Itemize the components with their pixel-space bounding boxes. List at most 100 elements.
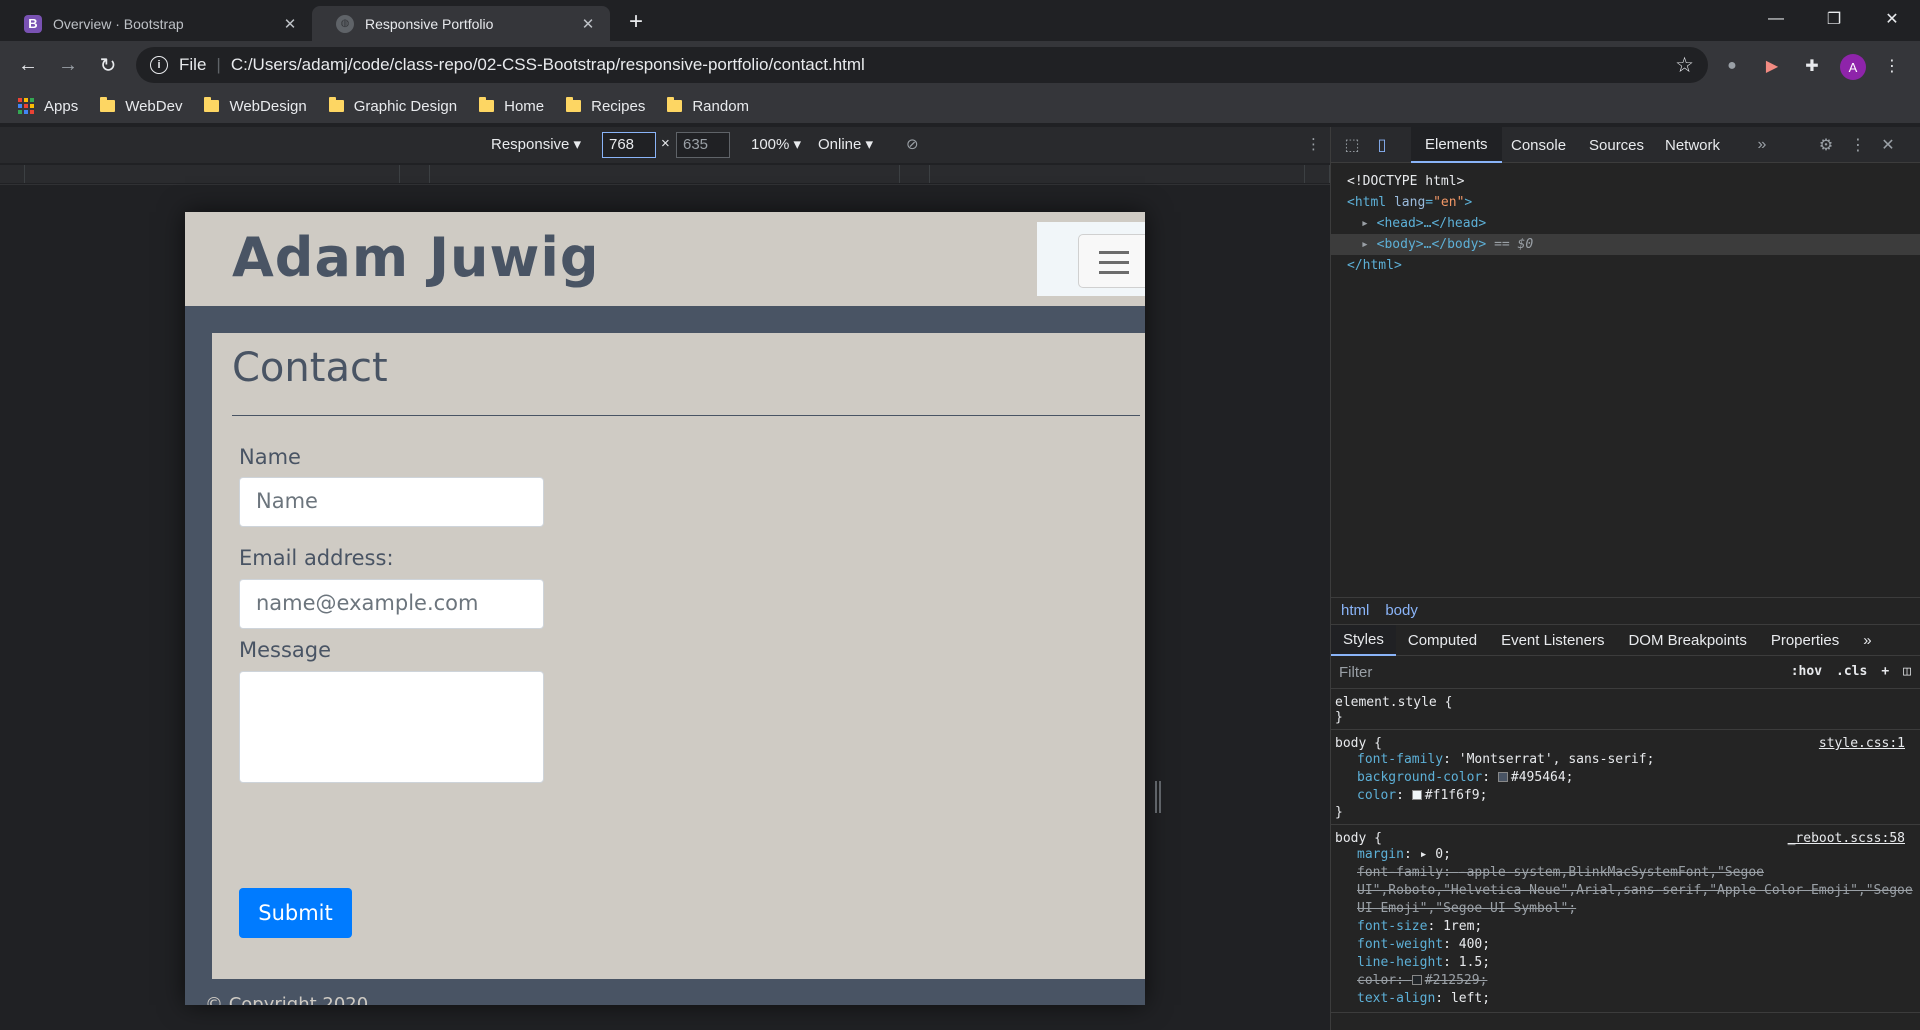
more-tabs-icon[interactable]: » bbox=[1751, 134, 1773, 156]
rule-element-style[interactable]: element.style { } bbox=[1331, 689, 1920, 730]
extension-icon[interactable]: ● bbox=[1720, 54, 1744, 78]
address-bar[interactable]: i File | C:/Users/adamj/code/class-repo/… bbox=[136, 47, 1708, 83]
rule-body-style-css[interactable]: body { style.css:1 font-family: 'Montser… bbox=[1331, 730, 1920, 825]
devtools-tabs: ⬚ ▯ Elements Console Sources Network » ⚙… bbox=[1331, 127, 1920, 163]
browser-toolbar: ← → ↻ i File | C:/Users/adamj/code/class… bbox=[0, 41, 1920, 89]
bookmarks-bar: Apps WebDev WebDesign Graphic Design Hom… bbox=[0, 89, 1920, 123]
inspect-element-icon[interactable]: ⬚ bbox=[1341, 134, 1363, 156]
tab-strip: B Overview · Bootstrap ✕ ◍ Responsive Po… bbox=[0, 0, 1920, 41]
bookmark-home[interactable]: Home bbox=[479, 97, 545, 115]
bookmark-webdesign[interactable]: WebDesign bbox=[204, 97, 307, 115]
url-scheme: File bbox=[179, 55, 207, 74]
forward-button[interactable]: → bbox=[54, 51, 82, 79]
bookmark-label: Random bbox=[692, 97, 750, 115]
url-text[interactable]: C:/Users/adamj/code/class-repo/02-CSS-Bo… bbox=[231, 55, 865, 75]
device-toggle-icon[interactable]: ▯ bbox=[1371, 134, 1393, 156]
bookmark-label: Recipes bbox=[591, 97, 646, 115]
add-rule-icon[interactable]: + bbox=[1881, 664, 1889, 679]
breadcrumb-body[interactable]: body bbox=[1385, 602, 1418, 619]
filter-input[interactable]: Filter bbox=[1339, 664, 1372, 681]
devtools-panel: ⬚ ▯ Elements Console Sources Network » ⚙… bbox=[1330, 127, 1920, 1030]
bookmark-webdev[interactable]: WebDev bbox=[100, 97, 183, 115]
color-swatch[interactable] bbox=[1497, 772, 1508, 782]
more-subtabs-icon[interactable]: » bbox=[1851, 625, 1883, 656]
puzzle-extensions-icon[interactable]: ✚ bbox=[1800, 54, 1824, 78]
tab-elements[interactable]: Elements bbox=[1411, 127, 1502, 163]
bookmark-label: WebDev bbox=[125, 97, 183, 115]
tab-dom-breakpoints[interactable]: DOM Breakpoints bbox=[1616, 625, 1758, 656]
tab-properties[interactable]: Properties bbox=[1759, 625, 1851, 656]
url-separator: | bbox=[216, 55, 221, 74]
message-label: Message bbox=[239, 638, 332, 662]
rule-body-reboot[interactable]: body { _reboot.scss:58 margin: ▸ 0; font… bbox=[1331, 825, 1920, 1013]
bookmark-label: Home bbox=[504, 97, 545, 115]
dom-head[interactable]: ▸ <head>…</head> bbox=[1331, 213, 1920, 234]
bookmark-graphic-design[interactable]: Graphic Design bbox=[328, 97, 457, 115]
email-input[interactable]: name@example.com bbox=[239, 579, 544, 629]
dom-tree: <!DOCTYPE html> <html lang="en"> ▸ <head… bbox=[1331, 163, 1920, 603]
submit-button[interactable]: Submit bbox=[239, 888, 352, 938]
restore-button[interactable]: ❐ bbox=[1811, 0, 1857, 38]
viewport-height-input[interactable]: 635 bbox=[676, 132, 730, 158]
viewport-resize-handle[interactable] bbox=[1155, 781, 1161, 813]
tab-styles[interactable]: Styles bbox=[1331, 624, 1396, 656]
folder-icon bbox=[667, 97, 683, 112]
bookmark-apps[interactable]: Apps bbox=[18, 98, 78, 115]
rotate-icon[interactable]: ⊘ bbox=[906, 135, 919, 153]
color-swatch[interactable] bbox=[1411, 790, 1422, 800]
tab-network[interactable]: Network bbox=[1651, 127, 1734, 163]
minimize-button[interactable]: — bbox=[1753, 0, 1799, 38]
site-brand[interactable]: Adam Juwig bbox=[232, 226, 600, 289]
tab-event-listeners[interactable]: Event Listeners bbox=[1489, 625, 1616, 656]
reload-button[interactable]: ↻ bbox=[94, 51, 122, 79]
menu-kebab-icon[interactable]: ⋮ bbox=[1880, 54, 1904, 78]
rule-source-link[interactable]: _reboot.scss:58 bbox=[1788, 831, 1905, 846]
tab-console[interactable]: Console bbox=[1497, 127, 1580, 163]
dom-doctype[interactable]: <!DOCTYPE html> bbox=[1331, 171, 1920, 192]
close-window-button[interactable]: ✕ bbox=[1869, 0, 1915, 38]
viewport-width-input[interactable]: 768 bbox=[602, 132, 656, 158]
class-toggle[interactable]: .cls bbox=[1836, 664, 1867, 679]
close-tab-icon[interactable]: ✕ bbox=[578, 14, 598, 34]
dom-body[interactable]: ▸ <body>…</body> == $0 bbox=[1331, 234, 1920, 255]
rule-source-link[interactable]: style.css:1 bbox=[1819, 736, 1905, 751]
tab-sources[interactable]: Sources bbox=[1575, 127, 1658, 163]
name-label: Name bbox=[239, 445, 301, 469]
profile-avatar[interactable]: A bbox=[1840, 54, 1866, 80]
device-mode-select[interactable]: Responsive ▾ bbox=[491, 135, 581, 153]
name-input[interactable]: Name bbox=[239, 477, 544, 527]
styles-filter[interactable]: Filter :hov .cls + ◫ bbox=[1331, 657, 1920, 689]
close-devtools-icon[interactable]: ✕ bbox=[1877, 134, 1899, 156]
back-button[interactable]: ← bbox=[14, 51, 42, 79]
bookmark-star-icon[interactable]: ☆ bbox=[1675, 53, 1694, 78]
devtools-menu-icon[interactable]: ⋮ bbox=[1847, 134, 1869, 156]
globe-icon: ◍ bbox=[336, 14, 354, 33]
record-extension-icon[interactable]: ▶ bbox=[1760, 54, 1784, 78]
device-toolbar: Responsive ▾ 768 × 635 100% ▾ Online ▾ ⊘… bbox=[0, 127, 1330, 163]
dom-html-open[interactable]: <html lang="en"> bbox=[1331, 192, 1920, 213]
breadcrumb: html body bbox=[1331, 597, 1920, 623]
hover-state-toggle[interactable]: :hov bbox=[1791, 664, 1822, 679]
title-divider bbox=[232, 415, 1140, 416]
bookmark-recipes[interactable]: Recipes bbox=[566, 97, 646, 115]
dom-html-close[interactable]: </html> bbox=[1331, 255, 1920, 276]
bookmark-random[interactable]: Random bbox=[667, 97, 750, 115]
tab-responsive-portfolio[interactable]: ◍ Responsive Portfolio ✕ bbox=[312, 6, 610, 41]
folder-icon bbox=[328, 97, 344, 112]
media-query-ruler[interactable] bbox=[0, 163, 1330, 185]
hamburger-icon bbox=[1099, 251, 1129, 254]
new-tab-button[interactable]: + bbox=[622, 8, 650, 36]
breadcrumb-html[interactable]: html bbox=[1341, 602, 1369, 619]
info-icon[interactable]: i bbox=[150, 56, 168, 74]
message-textarea[interactable] bbox=[239, 671, 544, 783]
settings-gear-icon[interactable]: ⚙ bbox=[1815, 134, 1837, 156]
tab-computed[interactable]: Computed bbox=[1396, 625, 1489, 656]
network-throttle-select[interactable]: Online ▾ bbox=[818, 135, 873, 153]
emulation-stage: Adam Juwig Contact Name Name Email addre… bbox=[0, 185, 1330, 1030]
navbar-toggler-button[interactable] bbox=[1078, 234, 1145, 288]
close-tab-icon[interactable]: ✕ bbox=[280, 14, 300, 34]
tab-bootstrap-overview[interactable]: B Overview · Bootstrap ✕ bbox=[0, 6, 312, 41]
zoom-select[interactable]: 100% ▾ bbox=[751, 135, 801, 153]
toggle-sidebar-icon[interactable]: ◫ bbox=[1903, 664, 1911, 679]
device-options-kebab-icon[interactable]: ⋮ bbox=[1306, 135, 1321, 153]
